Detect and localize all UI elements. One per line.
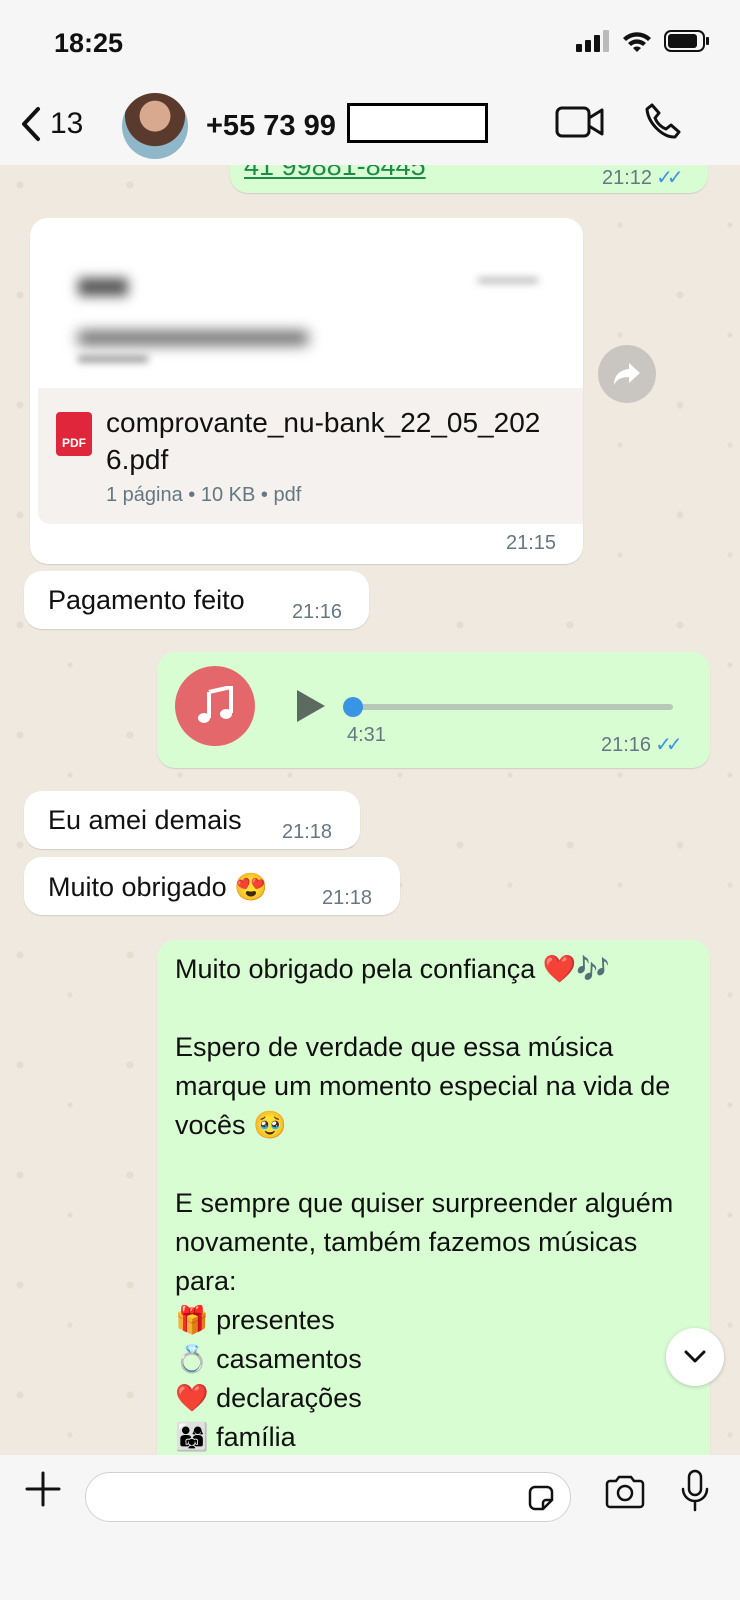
chevron-down-icon [684, 1350, 706, 1363]
sticker-icon [528, 1485, 554, 1511]
message-time: 21:18 [282, 821, 333, 843]
status-time: 18:25 [54, 28, 124, 58]
music-note-icon [198, 686, 233, 723]
battery-icon [664, 30, 709, 52]
plus-icon [25, 1471, 61, 1507]
forward-button[interactable] [598, 345, 656, 403]
message-time: 21:15 [506, 532, 557, 554]
sticker-button[interactable] [526, 1483, 556, 1518]
read-ticks-icon: ✓✓ [655, 734, 682, 756]
avatar[interactable] [122, 93, 188, 159]
message-outgoing-long[interactable]: Muito obrigado pela confiança ❤️🎶 Espero… [157, 940, 710, 1455]
scroll-down-button[interactable] [666, 1328, 724, 1386]
message-text: Eu amei demais [48, 805, 242, 835]
video-call-icon [555, 106, 604, 138]
status-bar: 18:25 [0, 0, 740, 90]
microphone-icon [681, 1469, 709, 1512]
camera-icon [605, 1475, 645, 1509]
document-meta: 1 página • 10 KB • pdf [106, 484, 302, 506]
audio-progress-track[interactable] [353, 704, 673, 710]
back-button[interactable]: 13 [20, 106, 83, 142]
message-outgoing-link[interactable]: 41 99881-8445 21:12 ✓✓ [230, 165, 708, 193]
chat-area[interactable]: 41 99881-8445 21:12 ✓✓ PDF comprovante_nu… [0, 165, 740, 1455]
message-incoming[interactable]: Eu amei demais 21:18 [24, 791, 360, 849]
wifi-icon [623, 32, 651, 52]
audio-progress-knob[interactable] [343, 697, 363, 717]
chat-header: 13 +55 73 99 [0, 90, 740, 165]
message-time: 21:18 [322, 887, 373, 909]
message-time: 21:12 ✓✓ [602, 167, 683, 189]
message-text: Muito obrigado pela confiança ❤️🎶 Espero… [175, 954, 674, 1452]
message-document[interactable]: PDF comprovante_nu-bank_22_05_2026.pdf 1… [30, 218, 583, 564]
message-text: Pagamento feito [48, 585, 245, 615]
audio-duration: 4:31 [347, 724, 386, 746]
document-preview[interactable] [38, 226, 583, 396]
unread-count: 13 [50, 107, 84, 140]
message-incoming[interactable]: Pagamento feito 21:16 [24, 571, 369, 629]
voice-call-button[interactable] [644, 102, 684, 147]
message-incoming[interactable]: Muito obrigado 😍 21:18 [24, 857, 400, 915]
phone-link[interactable]: 41 99881-8445 [244, 165, 426, 182]
video-call-button[interactable] [555, 105, 605, 144]
forward-icon [614, 363, 640, 385]
play-button[interactable] [297, 690, 325, 722]
redaction-box [347, 103, 488, 143]
chevron-left-icon [22, 107, 40, 141]
document-name: comprovante_nu-bank_22_05_2026.pdf [106, 407, 541, 475]
document-info[interactable]: PDF comprovante_nu-bank_22_05_2026.pdf 1… [38, 388, 583, 524]
camera-button[interactable] [604, 1475, 646, 1514]
message-audio[interactable]: 4:31 21:16 ✓✓ [157, 652, 710, 768]
contact-name[interactable]: +55 73 99 [206, 110, 336, 143]
message-text: Muito obrigado 😍 [48, 872, 268, 902]
read-ticks-icon: ✓✓ [656, 167, 683, 189]
pdf-icon: PDF [56, 412, 92, 456]
message-input[interactable] [85, 1472, 571, 1522]
audio-avatar [175, 666, 255, 746]
message-time: 21:16 ✓✓ [601, 734, 682, 756]
voice-call-icon [645, 103, 681, 139]
attach-button[interactable] [24, 1465, 62, 1520]
message-time: 21:16 [292, 601, 343, 623]
status-icons [576, 30, 710, 52]
voice-message-button[interactable] [680, 1469, 710, 1518]
composer-bar [0, 1455, 740, 1600]
signal-icon [576, 30, 609, 52]
